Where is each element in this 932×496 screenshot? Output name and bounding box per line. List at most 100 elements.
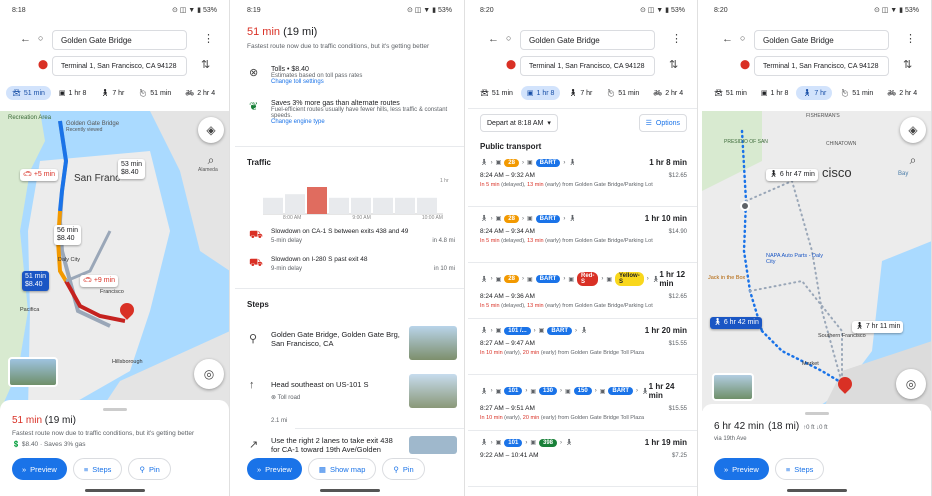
preview-button[interactable]: » Preview [714, 458, 769, 480]
destination-input[interactable]: Terminal 1, San Francisco, CA 94128 [520, 56, 655, 76]
transit-route-row[interactable]: 🚶︎ › ▣ 28 › ▣ BART › ▣ Red-S › ▣ Yellow-S › … [480, 270, 687, 309]
line-badge: 28 [504, 158, 519, 167]
tab-bike[interactable]: 🚲︎ 2 hr 4 [881, 86, 923, 100]
transit-route-row[interactable]: 🚶︎ › ▣ 28 › ▣ BART › 🚶︎ 1 hr 10 min 8:24 AM … [480, 214, 687, 244]
search-icon[interactable]: ⌕ [198, 147, 224, 173]
step-item-1[interactable]: ⚲ Golden Gate Bridge, Golden Gate Brg, S… [247, 326, 457, 362]
map-label-fisherman: FISHERMAN'S [806, 113, 840, 119]
delay-badge-1: 🚗︎ +5 min [20, 169, 59, 182]
back-arrow-icon[interactable]: ← [722, 34, 733, 45]
drag-handle[interactable] [102, 408, 127, 411]
route-map[interactable]: Recreation Area Golden Gate Bridge Recent… [0, 111, 229, 411]
bus-icon: ▣ [495, 440, 502, 446]
more-vert-icon[interactable]: ⋮ [905, 34, 916, 45]
more-vert-icon[interactable]: ⋮ [671, 34, 682, 45]
swap-icon[interactable]: ⇅ [201, 60, 210, 71]
more-vert-icon[interactable]: ⋮ [203, 34, 214, 45]
route-times: 8:24 AM – 9:34 AM [480, 228, 535, 235]
transit-route-row[interactable]: 🚶︎ › ▣ 28 › ▣ BART › 🚶︎ 1 hr 8 min 8:24 AM –… [480, 158, 687, 188]
tab-transit[interactable]: ▣ 1 hr 8 [520, 86, 561, 100]
tab-bike[interactable]: 🚲︎ 2 hr 4 [647, 86, 689, 100]
tab-walk[interactable]: 🚶︎ 7 hr [562, 86, 598, 100]
preview-button[interactable]: » Preview [12, 458, 67, 480]
tab-walk[interactable]: 🚶︎ 7 hr [796, 86, 833, 100]
tab-transit[interactable]: ▣ 1 hr 8 [755, 86, 795, 100]
pin-icon: ⚲ [139, 464, 145, 474]
street-view-thumbnail[interactable] [712, 373, 754, 401]
depart-time-dropdown[interactable]: Depart at 8:18 AM ▾ [480, 114, 558, 132]
tab-drive[interactable]: 🚘︎ 51 min [708, 86, 753, 100]
change-engine-link[interactable]: Change engine type [271, 119, 451, 125]
tab-ride[interactable]: 🙋︎ 51 min [600, 86, 645, 100]
origin-input[interactable]: Golden Gate Bridge [754, 30, 889, 50]
traffic-alert-1[interactable]: ⛟ Slowdown on CA-1 S between exits 438 a… [249, 228, 455, 244]
status-bar: 8:20 ⊙ ◫ ▼ ▮ 53% [468, 0, 697, 20]
origin-marker-icon [740, 201, 750, 211]
traffic-bar [263, 197, 283, 214]
walk-bubble-alt2[interactable]: 🚶︎ 7 hr 11 min [852, 321, 904, 334]
swap-icon[interactable]: ⇅ [669, 60, 678, 71]
tab-ride[interactable]: 🙋︎ 51 min [834, 86, 879, 100]
options-button[interactable]: ☰ Options [638, 114, 687, 132]
drag-handle[interactable] [804, 412, 829, 415]
transit-route-row[interactable]: 🚶︎ › ▣ 101 › ▣ 130 › ▣ 150 › ▣ BART › 🚶︎ 1 hr… [480, 382, 687, 421]
step-item-3[interactable]: ↗ Use the right 2 lanes to take exit 438… [247, 434, 457, 454]
back-arrow-icon[interactable]: ← [488, 34, 499, 45]
tab-bike[interactable]: 🚲︎ 2 hr 4 [179, 86, 221, 100]
walk-bubble-alt1[interactable]: 🚶︎ 6 hr 47 min [766, 169, 818, 182]
layers-icon[interactable]: ◈ [198, 117, 224, 143]
home-indicator [786, 489, 847, 492]
route-times: 8:24 AM – 9:32 AM [480, 172, 535, 179]
back-arrow-icon[interactable]: ← [20, 34, 31, 45]
transit-route-row[interactable]: 🚶︎ › ▣ 101 /... › ▣ BART › 🚶︎ 1 hr 20 min 8:… [480, 326, 687, 356]
destination-input[interactable]: Terminal 1, San Francisco, CA 94128 [754, 56, 889, 76]
route-times: 9:22 AM – 10:41 AM [480, 452, 539, 459]
route-lines: 🚶︎ › ▣ 101 › ▣ 130 › ▣ 150 › ▣ BART › 🚶︎ [480, 387, 649, 395]
origin-input[interactable]: Golden Gate Bridge [520, 30, 655, 50]
bus-icon: ▣ [495, 216, 502, 222]
destination-pin-icon: ⬤ [506, 59, 517, 69]
walk-icon: 🚶︎ [480, 276, 488, 283]
change-toll-link[interactable]: Change toll settings [271, 79, 362, 85]
divider [468, 374, 697, 375]
transit-route-row[interactable]: 🚶︎ › ▣ 101 › ▣ 398 › 🚶︎ 1 hr 19 min 9:22 AM … [480, 438, 687, 459]
bus-icon: ▣ [526, 216, 533, 222]
tab-walk[interactable]: 🚶︎ 7 hr [94, 86, 130, 100]
origin-dot-icon: ○ [506, 33, 512, 43]
walk-bubble-selected[interactable]: 🚶︎ 6 hr 42 min [710, 317, 762, 330]
route-bubble-selected[interactable]: 51 min $8.40 [22, 271, 50, 292]
traffic-alert-2[interactable]: ⛟ Slowdown on I-280 S past exit 48 9-min… [249, 256, 455, 272]
tab-transit[interactable]: ▣ 1 hr 8 [53, 86, 93, 100]
my-location-icon[interactable]: ◎ [194, 359, 224, 389]
tab-ride[interactable]: 🙋︎ 51 min [132, 86, 177, 100]
origin-input[interactable]: Golden Gate Bridge [52, 30, 187, 50]
arrow-up-icon: ↑ [249, 379, 255, 391]
map-label-recreation: Recreation Area [8, 115, 52, 121]
walk-icon: 🚶︎ [480, 160, 488, 166]
step-photo[interactable] [409, 436, 457, 454]
pin-button[interactable]: ⚲ Pin [382, 458, 425, 480]
destination-pin-icon: ⬤ [740, 59, 751, 69]
swap-icon[interactable]: ⇅ [903, 60, 912, 71]
step-photo[interactable] [409, 374, 457, 408]
steps-button[interactable]: ≡ Steps [72, 458, 123, 480]
route-lines: 🚶︎ › ▣ 28 › ▣ BART › 🚶︎ [480, 158, 576, 167]
travel-mode-tabs: 🚘︎ 51 min ▣ 1 hr 8 🚶︎ 7 hr 🙋︎ 51 min 🚲︎ 2 hr … [474, 86, 689, 100]
destination-input[interactable]: Terminal 1, San Francisco, CA 94128 [52, 56, 187, 76]
steps-button[interactable]: ≡ Steps [774, 458, 825, 480]
route-bubble-alt1[interactable]: 53 min $8.40 [118, 159, 146, 180]
step-photo[interactable] [409, 326, 457, 360]
step-item-2[interactable]: ↑ Head southeast on US-101 S ⊗ Toll road [247, 374, 457, 410]
preview-button[interactable]: » Preview [247, 458, 302, 480]
tab-drive[interactable]: 🚘︎ 51 min [474, 86, 519, 100]
layers-icon[interactable]: ◈ [900, 117, 926, 143]
show-map-button[interactable]: ▦ Show map [307, 458, 377, 480]
street-view-thumbnail[interactable] [8, 357, 58, 387]
route-bubble-alt2[interactable]: 56 min $8.40 [54, 225, 82, 246]
my-location-icon[interactable]: ◎ [896, 369, 926, 399]
route-map[interactable]: FISHERMAN'S PRESIDIO OF SAN CHINATOWN ci… [702, 111, 931, 411]
search-icon[interactable]: ⌕ [900, 147, 926, 173]
line-badge: 28 [504, 275, 519, 283]
tab-drive[interactable]: 🚘︎ 51 min [6, 86, 51, 100]
pin-button[interactable]: ⚲ Pin [128, 458, 171, 480]
